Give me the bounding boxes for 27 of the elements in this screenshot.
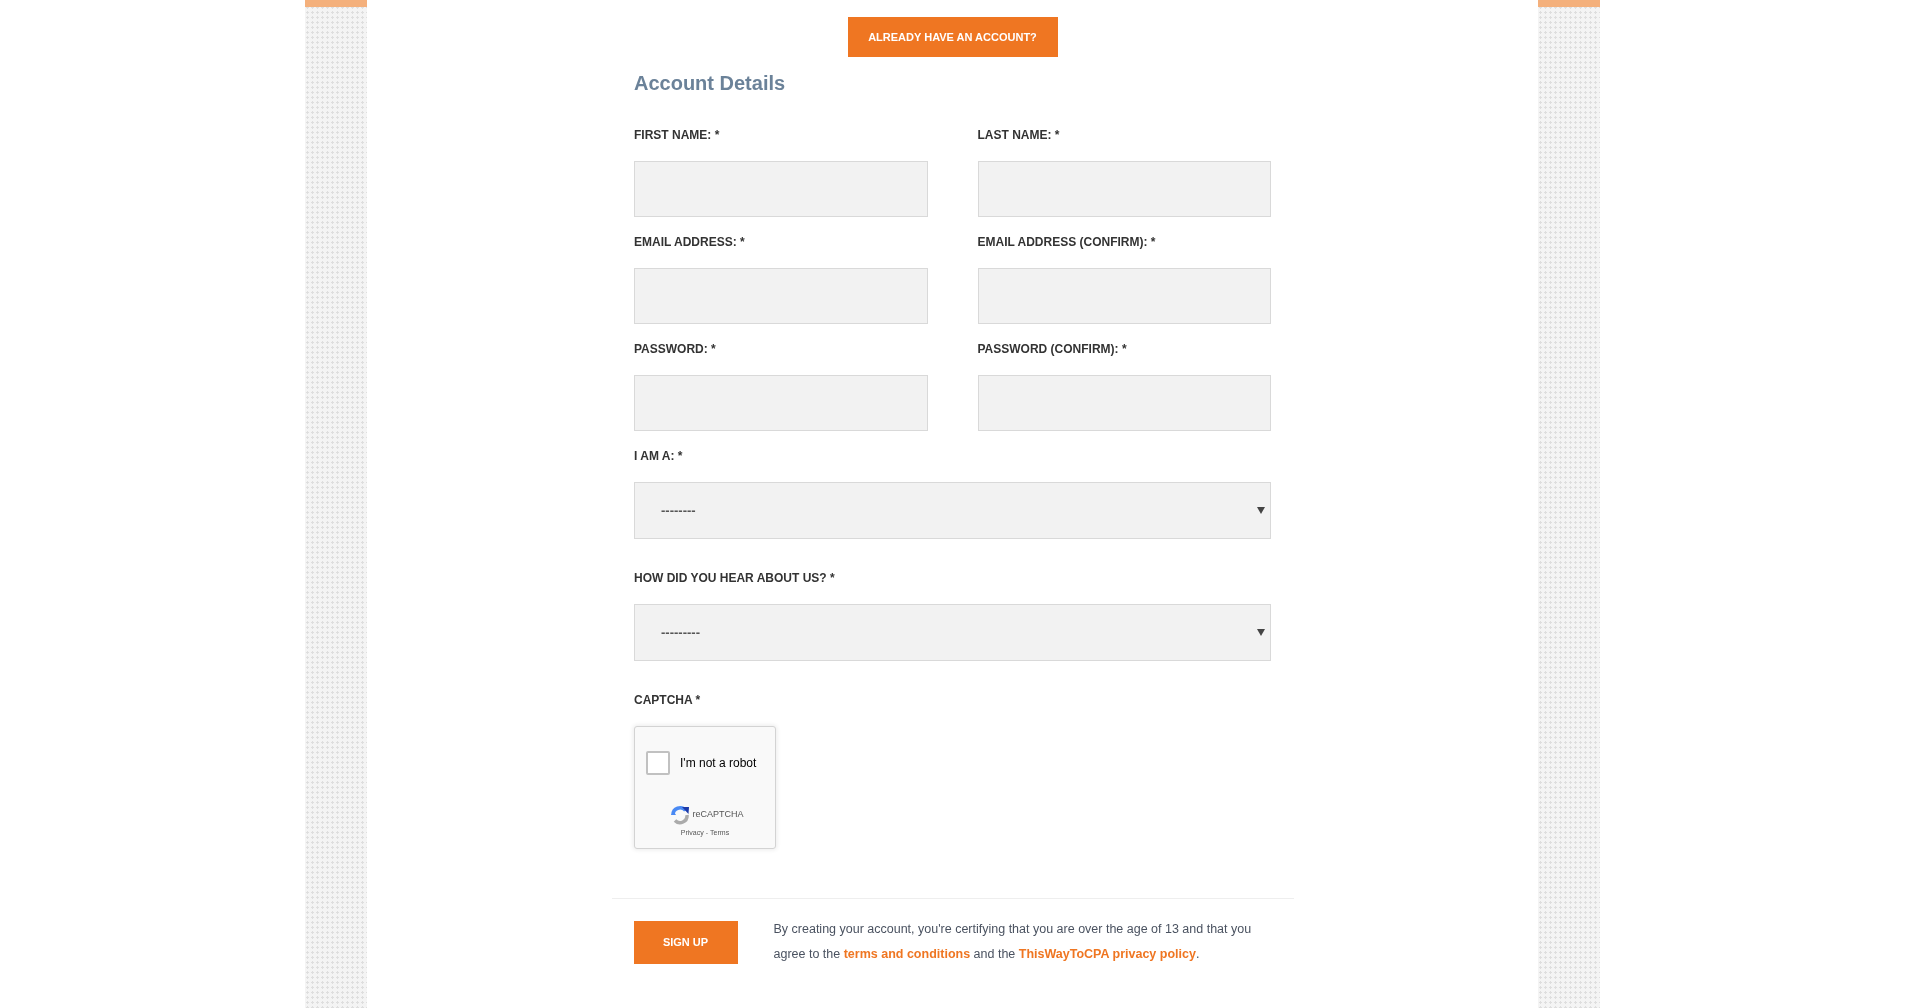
input-field[interactable]	[977, 161, 1271, 217]
field-label: HOW DID YOU HEAR ABOUT US? *	[634, 570, 835, 586]
accent-bar	[1538, 0, 1600, 7]
input-field[interactable]	[634, 268, 928, 324]
field-label: PASSWORD: *	[634, 341, 716, 357]
field-label: FIRST NAME: *	[634, 127, 720, 143]
input-field[interactable]	[977, 268, 1271, 324]
field-label: LAST NAME: *	[977, 127, 1060, 143]
caret-down-icon	[1257, 507, 1265, 514]
brand-text: reCAPTCHA	[692, 808, 744, 822]
field-label: EMAIL ADDRESS: *	[634, 234, 745, 250]
input-field[interactable]	[977, 375, 1271, 431]
consent-text: By creating your account, you're certifying that you are over the age of 13 and that you agree to the terms and conditions and the ThisWayToCPA privacy policy.	[773, 921, 1253, 963]
checkbox-label: I'm not a robot	[680, 755, 757, 772]
input-field[interactable]	[634, 161, 928, 217]
section-title: Account Details	[634, 71, 786, 96]
field-label: I AM A: *	[634, 448, 683, 464]
caret-down-icon	[1257, 629, 1265, 636]
accent-bar	[305, 0, 367, 7]
dropdown[interactable]: ---------	[634, 604, 1271, 661]
field-label: PASSWORD (CONFIRM): *	[977, 341, 1127, 357]
input-field[interactable]	[634, 375, 928, 431]
field-label: CAPTCHA *	[634, 692, 701, 708]
field-label: EMAIL ADDRESS (CONFIRM): *	[977, 234, 1156, 250]
circular-arrows-logo-icon	[670, 805, 691, 825]
dropdown[interactable]: --------	[634, 482, 1271, 539]
checkbox[interactable]	[646, 751, 670, 775]
